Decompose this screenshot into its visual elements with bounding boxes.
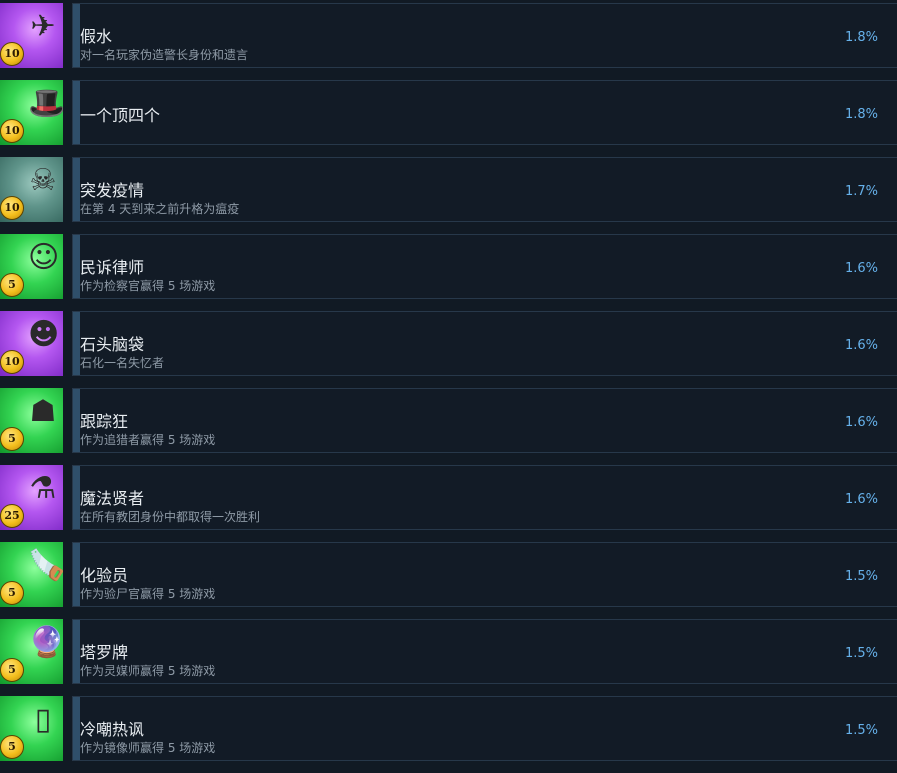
achievement-row[interactable]: ☺ 5 民诉律师 作为检察官赢得 5 场游戏 1.6% [0, 234, 897, 300]
achievement-image: ☻ 10 [0, 311, 63, 376]
mirror-icon: ▯ [34, 702, 52, 737]
unlock-percentage: 1.8% [844, 30, 878, 45]
achievement-title: 石头脑袋 [80, 335, 145, 354]
cauldron-icon: ⚗ [29, 471, 57, 506]
points-coin: 10 [0, 42, 24, 66]
achievement-title: 假水 [80, 27, 113, 46]
plague-mask-icon: ☠ [29, 163, 57, 198]
achievement-row[interactable]: ▯ 5 冷嘲热讽 作为镜像师赢得 5 场游戏 1.5% [0, 696, 897, 762]
achievement-title: 突发疫情 [80, 181, 145, 200]
panel-accent-bar [73, 389, 80, 452]
panel-accent-bar [73, 620, 80, 683]
achievement-title: 跟踪狂 [80, 412, 129, 431]
points-coin: 5 [0, 581, 24, 605]
unlock-percentage: 1.6% [844, 415, 878, 430]
unlock-percentage: 1.6% [844, 338, 878, 353]
achievement-image: ☠ 10 [0, 157, 63, 222]
achievement-panel: 化验员 作为验尸官赢得 5 场游戏 1.5% [72, 542, 897, 607]
crystal-ball-icon: 🔮 [28, 625, 63, 660]
achievement-panel: 魔法贤者 在所有教团身份中都取得一次胜利 1.6% [72, 465, 897, 530]
achievement-description: 作为验尸官赢得 5 场游戏 [80, 587, 216, 601]
unlock-percentage: 1.6% [844, 261, 878, 276]
achievement-image: ✈ 10 [0, 3, 63, 68]
paper-crane-icon: ✈ [30, 9, 56, 44]
panel-accent-bar [73, 543, 80, 606]
points-coin: 5 [0, 427, 24, 451]
achievement-list: ✈ 10 假水 对一名玩家伪造警长身份和遗言 1.8% 🎩 10 一个顶四个 1… [0, 3, 897, 773]
achievement-title: 冷嘲热讽 [80, 720, 145, 739]
achievement-panel: 一个顶四个 1.8% [72, 80, 897, 145]
achievement-row[interactable]: ☻ 10 石头脑袋 石化一名失忆者 1.6% [0, 311, 897, 377]
unlock-percentage: 1.5% [844, 569, 878, 584]
achievement-title: 民诉律师 [80, 258, 145, 277]
achievement-panel: 突发疫情 在第 4 天到来之前升格为瘟疫 1.7% [72, 157, 897, 222]
top-hat-icon: 🎩 [28, 86, 63, 121]
achievement-image: ☗ 5 [0, 388, 63, 453]
achievement-description: 作为追猎者赢得 5 场游戏 [80, 433, 216, 447]
achievement-panel: 民诉律师 作为检察官赢得 5 场游戏 1.6% [72, 234, 897, 299]
unlock-percentage: 1.7% [844, 184, 878, 199]
achievement-row[interactable]: 🔮 5 塔罗牌 作为灵媒师赢得 5 场游戏 1.5% [0, 619, 897, 685]
achievement-row[interactable]: ☠ 10 突发疫情 在第 4 天到来之前升格为瘟疫 1.7% [0, 157, 897, 223]
points-coin: 25 [0, 504, 24, 528]
achievement-description: 作为检察官赢得 5 场游戏 [80, 279, 216, 293]
achievement-panel: 跟踪狂 作为追猎者赢得 5 场游戏 1.6% [72, 388, 897, 453]
unlock-percentage: 1.5% [844, 723, 878, 738]
achievement-panel: 塔罗牌 作为灵媒师赢得 5 场游戏 1.5% [72, 619, 897, 684]
panel-accent-bar [73, 466, 80, 529]
panel-accent-bar [73, 4, 80, 67]
achievement-description: 作为镜像师赢得 5 场游戏 [80, 741, 216, 755]
bone-saw-icon: 🪚 [28, 548, 63, 583]
achievement-image: 🪚 5 [0, 542, 63, 607]
achievement-row[interactable]: 🎩 10 一个顶四个 1.8% [0, 80, 897, 146]
achievement-title: 塔罗牌 [80, 643, 129, 662]
prosecutor-wig-icon: ☺ [28, 240, 60, 275]
points-coin: 5 [0, 273, 24, 297]
points-coin: 10 [0, 350, 24, 374]
unlock-percentage: 1.6% [844, 492, 878, 507]
medusa-head-icon: ☻ [28, 317, 60, 352]
achievement-image: 🎩 10 [0, 80, 63, 145]
points-coin: 10 [0, 196, 24, 220]
achievement-description: 在所有教团身份中都取得一次胜利 [80, 510, 261, 524]
hooded-stalker-icon: ☗ [29, 394, 57, 429]
panel-accent-bar [73, 81, 80, 144]
achievement-panel: 假水 对一名玩家伪造警长身份和遗言 1.8% [72, 3, 897, 68]
achievement-description: 石化一名失忆者 [80, 356, 165, 370]
panel-accent-bar [73, 312, 80, 375]
achievement-row[interactable]: ☗ 5 跟踪狂 作为追猎者赢得 5 场游戏 1.6% [0, 388, 897, 454]
points-coin: 5 [0, 735, 24, 759]
achievement-description: 对一名玩家伪造警长身份和遗言 [80, 48, 249, 62]
achievement-title: 一个顶四个 [80, 106, 161, 125]
achievement-title: 魔法贤者 [80, 489, 145, 508]
panel-accent-bar [73, 697, 80, 760]
achievement-description: 作为灵媒师赢得 5 场游戏 [80, 664, 216, 678]
achievement-title: 化验员 [80, 566, 129, 585]
achievement-panel: 石头脑袋 石化一名失忆者 1.6% [72, 311, 897, 376]
points-coin: 5 [0, 658, 24, 682]
achievement-row[interactable]: ✈ 10 假水 对一名玩家伪造警长身份和遗言 1.8% [0, 3, 897, 69]
unlock-percentage: 1.5% [844, 646, 878, 661]
achievement-image: 🔮 5 [0, 619, 63, 684]
points-coin: 10 [0, 119, 24, 143]
panel-accent-bar [73, 235, 80, 298]
achievement-panel: 冷嘲热讽 作为镜像师赢得 5 场游戏 1.5% [72, 696, 897, 761]
unlock-percentage: 1.8% [844, 107, 878, 122]
achievement-row[interactable]: ⚗ 25 魔法贤者 在所有教团身份中都取得一次胜利 1.6% [0, 465, 897, 531]
achievement-image: ▯ 5 [0, 696, 63, 761]
achievement-image: ⚗ 25 [0, 465, 63, 530]
panel-accent-bar [73, 158, 80, 221]
achievement-row[interactable]: 🪚 5 化验员 作为验尸官赢得 5 场游戏 1.5% [0, 542, 897, 608]
achievement-image: ☺ 5 [0, 234, 63, 299]
achievement-description: 在第 4 天到来之前升格为瘟疫 [80, 202, 240, 216]
